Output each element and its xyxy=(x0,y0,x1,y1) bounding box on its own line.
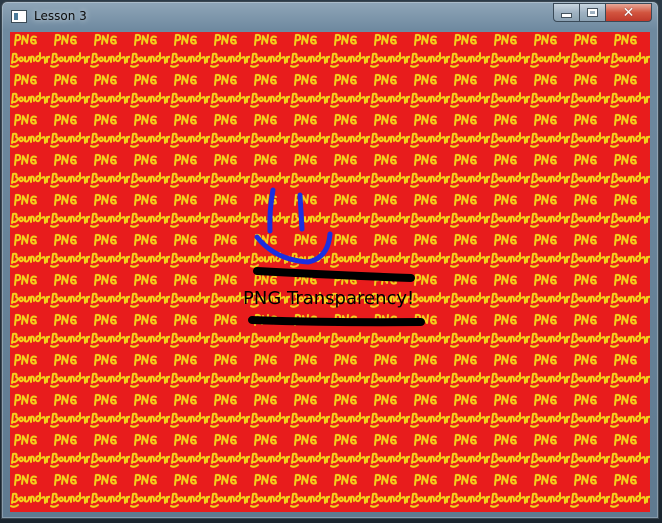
smiley-face xyxy=(254,187,333,265)
app-window: Lesson 3 ✕ PNG Transparency! xyxy=(1,1,659,519)
png-transparency-caption: PNG Transparency! xyxy=(243,288,415,309)
window-controls: ✕ xyxy=(553,3,652,22)
maximize-button[interactable] xyxy=(580,3,606,22)
bottom-underline-stroke xyxy=(248,316,425,327)
app-window-icon[interactable] xyxy=(11,10,27,23)
window-title: Lesson 3 xyxy=(34,9,87,23)
minimize-icon xyxy=(561,13,572,18)
minimize-button[interactable] xyxy=(553,3,580,22)
close-button[interactable]: ✕ xyxy=(606,3,652,22)
close-icon: ✕ xyxy=(622,4,635,21)
transparent-png-overlay xyxy=(248,187,425,327)
render-canvas[interactable]: PNG Transparency! xyxy=(10,32,650,512)
top-underline-stroke xyxy=(253,267,415,282)
smiley-mouth xyxy=(254,231,333,265)
smiley-right-eye xyxy=(297,192,305,232)
title-bar[interactable]: Lesson 3 ✕ xyxy=(2,2,658,32)
smiley-left-eye xyxy=(267,187,276,234)
maximize-icon xyxy=(588,9,597,16)
